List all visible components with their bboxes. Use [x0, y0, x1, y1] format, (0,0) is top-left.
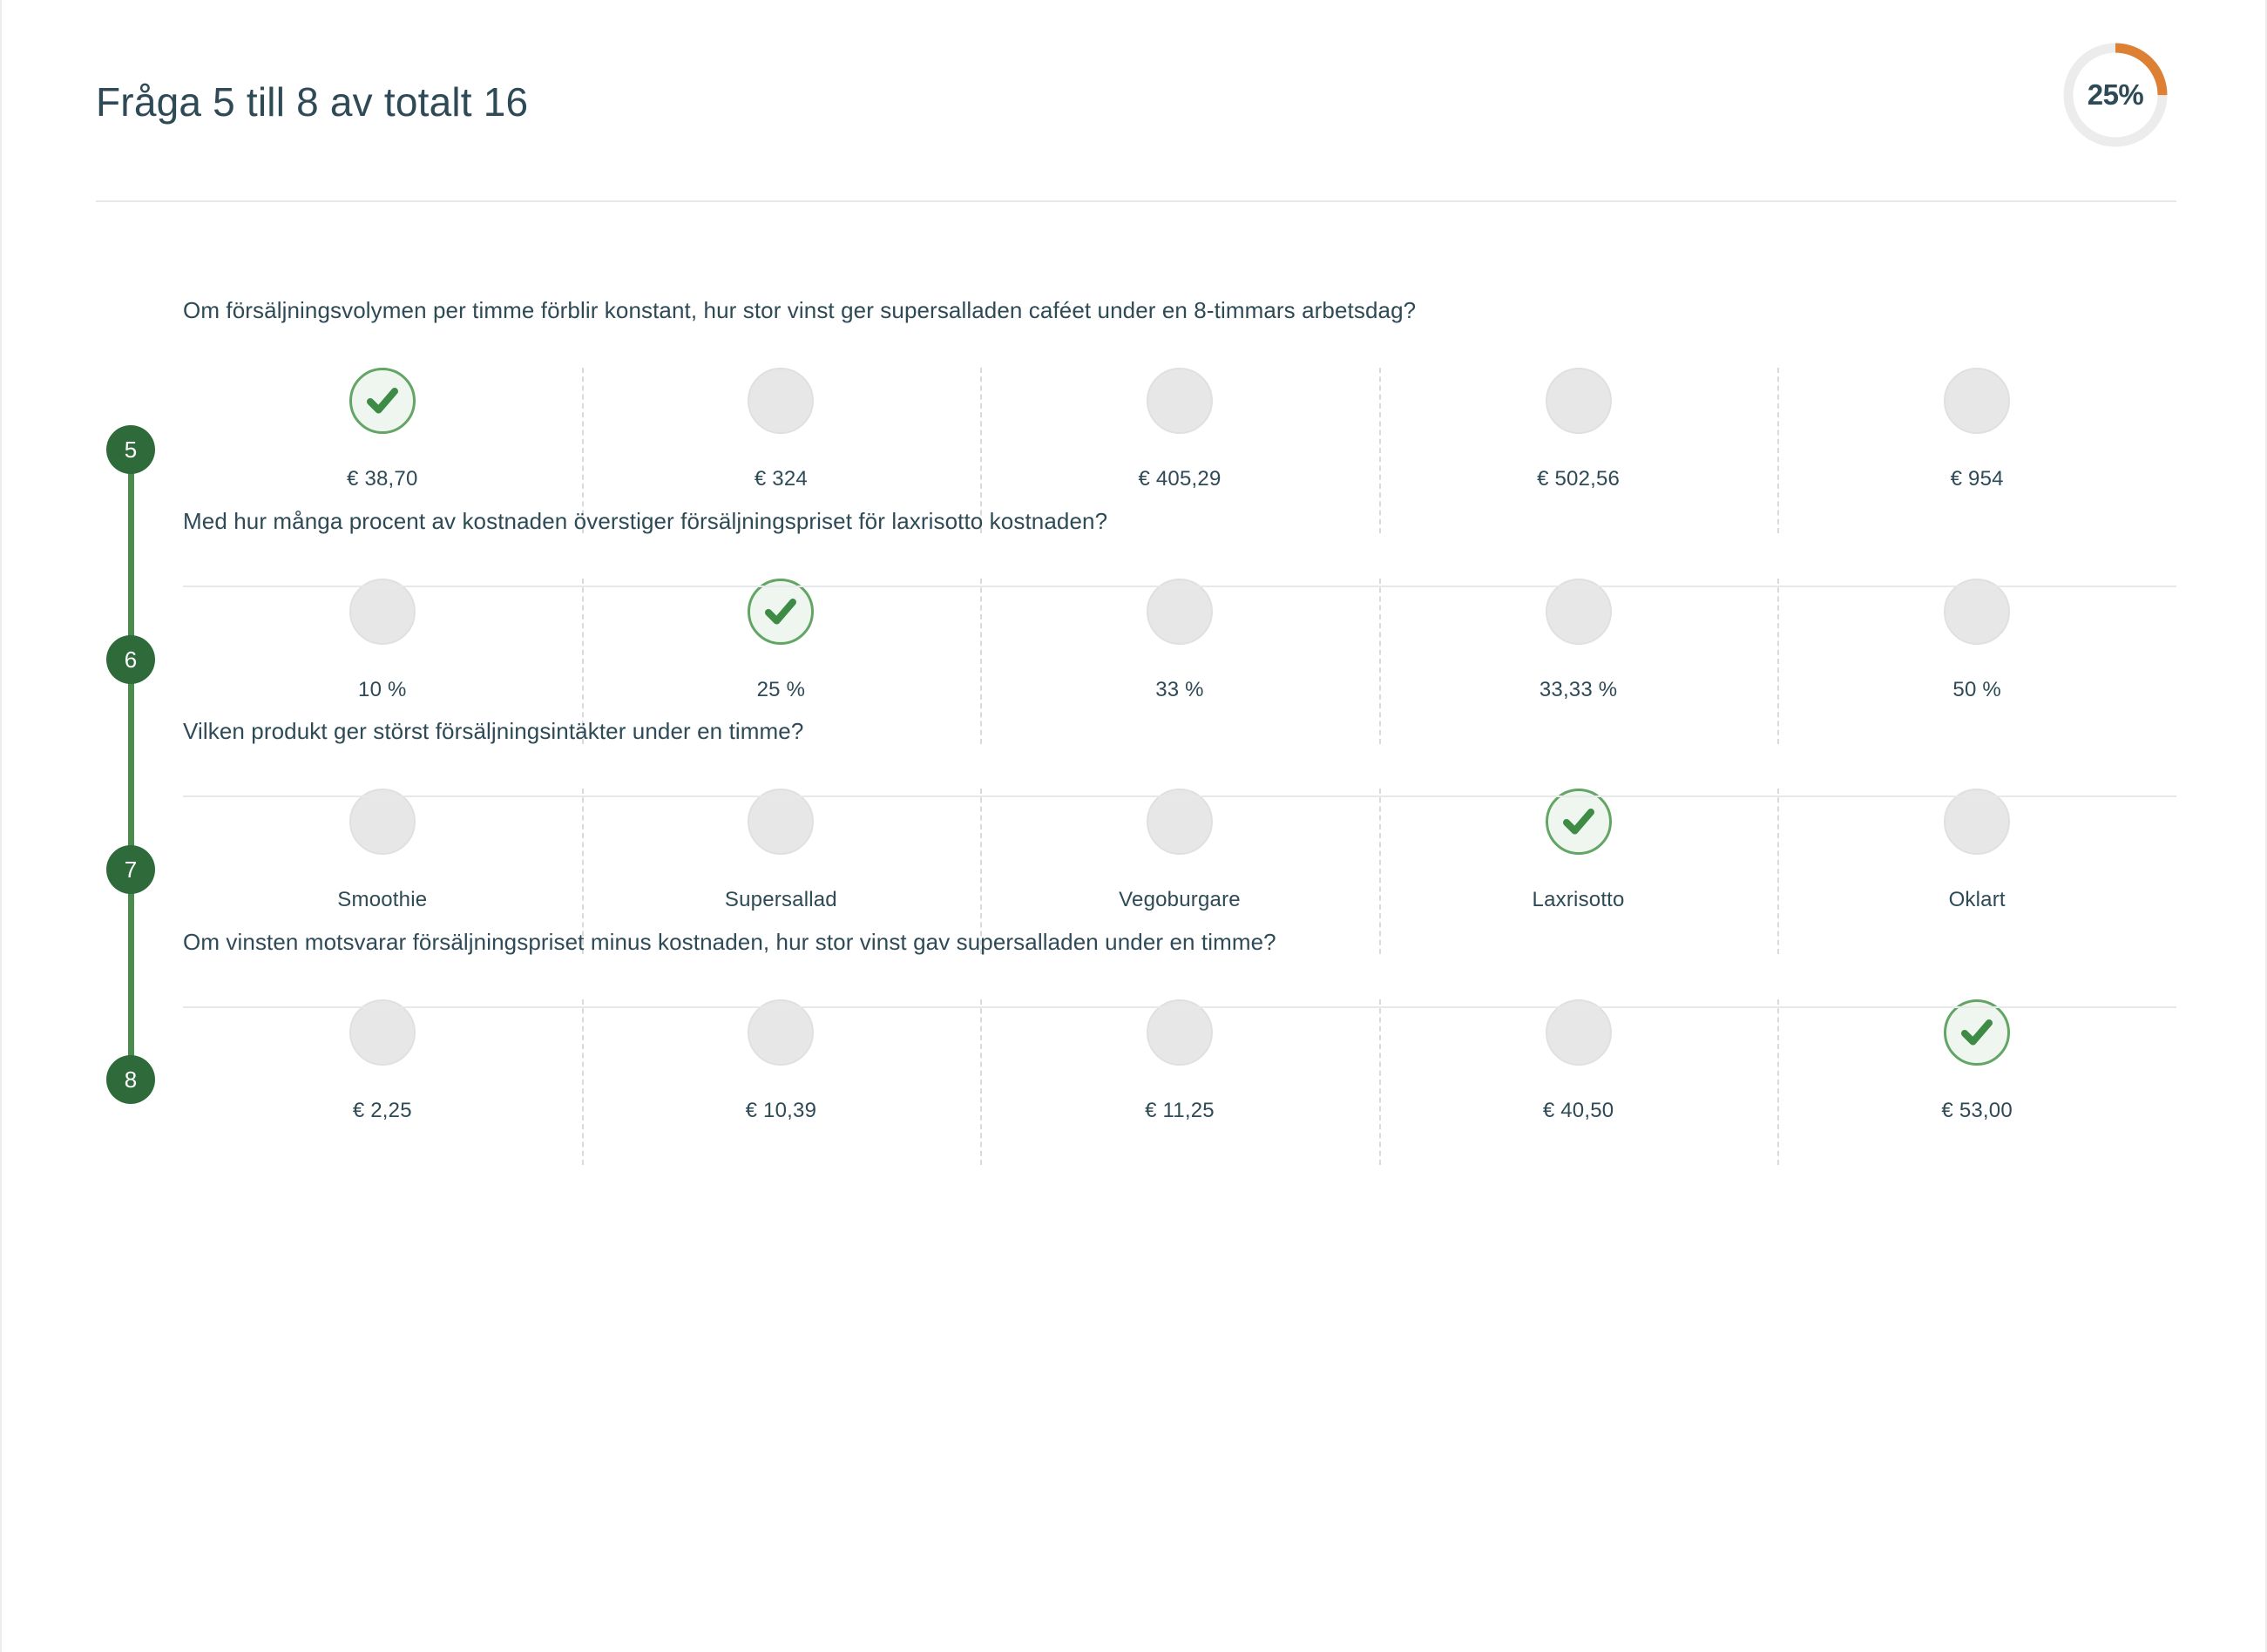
answer-radio-selected[interactable] [1545, 788, 1612, 855]
answer-option[interactable]: € 40,50 [1378, 999, 1778, 1165]
question-block-6: Med hur många procent av kostnaden övers… [183, 507, 2176, 744]
check-icon [765, 598, 797, 625]
answer-radio[interactable] [1944, 367, 2011, 434]
answer-option-label: Smoothie [337, 887, 428, 911]
answer-radio[interactable] [1146, 999, 1213, 1066]
answer-option-label: 25 % [756, 677, 806, 701]
page-header: Fråga 5 till 8 av totalt 16 25% [2, 0, 2267, 202]
answer-radio[interactable] [1545, 999, 1612, 1066]
answer-radio[interactable] [1944, 788, 2011, 855]
answer-option-label: Laxrisotto [1532, 887, 1625, 911]
answer-radio-selected[interactable] [1944, 999, 2011, 1066]
answer-option-label: € 954 [1950, 466, 2004, 491]
answer-radio[interactable] [349, 788, 416, 855]
question-text: Om vinsten motsvarar försäljningspriset … [183, 929, 1276, 955]
question-text: Vilken produkt ger störst försäljningsin… [183, 718, 804, 744]
answer-radio[interactable] [349, 578, 416, 645]
check-icon [366, 387, 398, 414]
answer-option[interactable]: € 2,25 [183, 999, 582, 1165]
answer-option-label: Supersallad [724, 887, 837, 911]
answer-option-label: € 502,56 [1537, 466, 1621, 491]
answer-option-label: € 324 [754, 466, 808, 491]
question-divider [183, 1006, 2176, 1008]
timeline-node-5[interactable]: 5 [106, 425, 155, 474]
answer-option-label: € 10,39 [745, 1098, 817, 1122]
answer-radio-selected[interactable] [748, 578, 815, 645]
answer-radio[interactable] [1545, 367, 1612, 434]
answer-options: € 2,25 € 10,39 € 11,25 € 40,50 € 53,00 [183, 999, 2176, 1165]
timeline-node-8[interactable]: 8 [106, 1055, 155, 1104]
check-icon [1961, 1019, 1993, 1046]
answer-radio[interactable] [349, 999, 416, 1066]
answer-radio[interactable] [1545, 578, 1612, 645]
answer-option-label: € 405,29 [1138, 466, 1221, 491]
progress-percent-label: 25% [2087, 78, 2144, 111]
answer-radio[interactable] [1146, 367, 1213, 434]
answer-option-label: € 40,50 [1542, 1098, 1614, 1122]
question-timeline: 5 6 7 8 [106, 425, 155, 1471]
answer-option-label: 33 % [1155, 677, 1204, 701]
answer-radio-selected[interactable] [349, 367, 416, 434]
question-divider [183, 586, 2176, 587]
answer-option-label: € 38,70 [347, 466, 418, 491]
question-block-8: Om vinsten motsvarar försäljningspriset … [183, 928, 2176, 1165]
answer-radio[interactable] [1944, 578, 2011, 645]
question-text: Om försäljningsvolymen per timme förblir… [183, 297, 1417, 323]
check-icon [1562, 808, 1594, 835]
timeline-connector [128, 446, 134, 1076]
question-text: Med hur många procent av kostnaden övers… [183, 508, 1108, 534]
timeline-node-7[interactable]: 7 [106, 845, 155, 894]
question-block-5: Om försäljningsvolymen per timme förblir… [183, 296, 2176, 533]
progress-ring: 25% [2060, 39, 2171, 151]
question-block-7: Vilken produkt ger störst försäljningsin… [183, 717, 2176, 954]
answer-radio[interactable] [748, 788, 815, 855]
answer-option[interactable]: € 11,25 [980, 999, 1379, 1165]
answer-radio[interactable] [1146, 788, 1213, 855]
answer-option-label: 10 % [358, 677, 407, 701]
timeline-node-6[interactable]: 6 [106, 635, 155, 684]
answer-option-label: Vegoburgare [1119, 887, 1241, 911]
answer-option-label: € 2,25 [352, 1098, 412, 1122]
answer-option-label: Oklart [1948, 887, 2006, 911]
header-divider [96, 200, 2176, 202]
answer-radio[interactable] [748, 367, 815, 434]
answer-option[interactable]: € 10,39 [581, 999, 981, 1165]
answer-radio[interactable] [748, 999, 815, 1066]
answer-option-label: 50 % [1952, 677, 2001, 701]
question-divider [183, 796, 2176, 797]
page-title: Fråga 5 till 8 av totalt 16 [96, 79, 529, 125]
answer-option-label: 33,33 % [1539, 677, 1618, 701]
answer-radio[interactable] [1146, 578, 1213, 645]
answer-option-label: € 11,25 [1145, 1098, 1215, 1122]
answer-option-label: € 53,00 [1941, 1098, 2013, 1122]
answer-option[interactable]: € 53,00 [1777, 999, 2176, 1165]
quiz-page: Fråga 5 till 8 av totalt 16 25% 5 6 7 8 Om … [0, 0, 2267, 1652]
